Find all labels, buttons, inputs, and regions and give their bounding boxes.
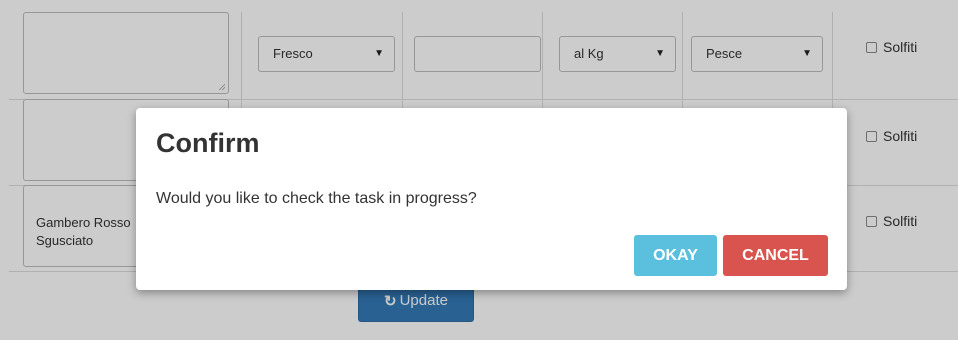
confirm-dialog: Confirm Would you like to check the task… bbox=[136, 108, 847, 290]
page: Fresco ▼ al Kg ▼ Pesce ▼ Solfiti Solfiti… bbox=[0, 0, 958, 340]
okay-button[interactable]: OKAY bbox=[634, 235, 717, 276]
dialog-title: Confirm bbox=[156, 128, 260, 158]
cancel-button[interactable]: CANCEL bbox=[723, 235, 828, 276]
dialog-message: Would you like to check the task in prog… bbox=[156, 190, 477, 207]
